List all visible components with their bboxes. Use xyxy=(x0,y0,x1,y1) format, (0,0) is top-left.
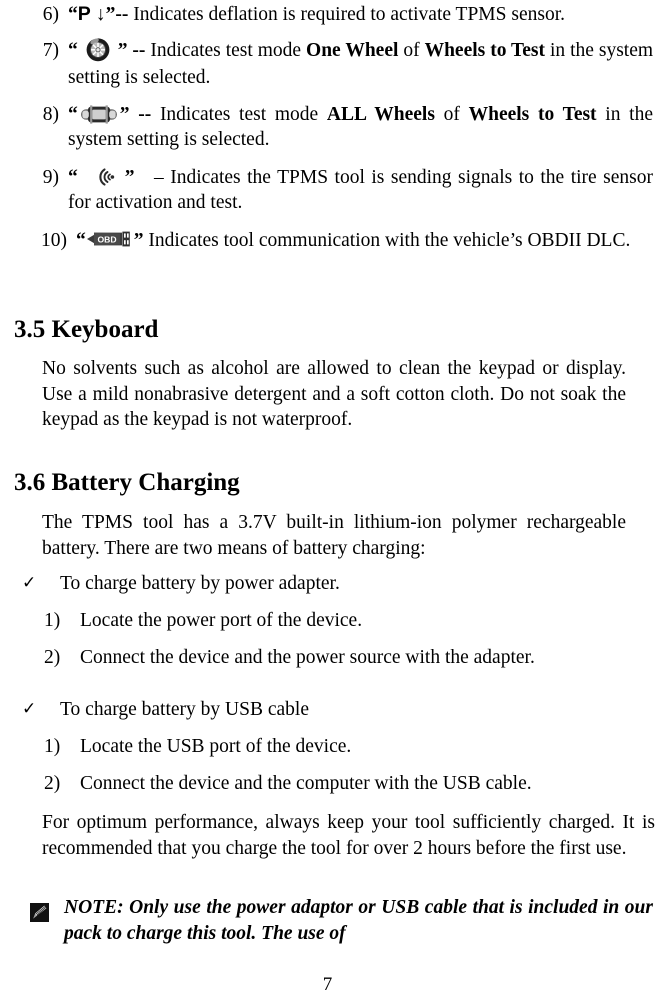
close-quote: ” xyxy=(119,103,130,125)
list-item: ✓ To charge battery by USB cable xyxy=(14,697,655,722)
check-icon: ✓ xyxy=(22,573,37,593)
open-quote: “ xyxy=(68,4,78,25)
step-marker: 2) xyxy=(44,647,61,668)
note-pencil-icon-wrapper xyxy=(14,895,64,925)
note-block: NOTE: Only use the power adaptor or USB … xyxy=(14,895,655,947)
mode-all-wheels: ALL Wheels xyxy=(326,103,435,125)
list-description: – Indicates the TPMS tool is sending sig… xyxy=(68,166,654,213)
document-page: 6) “P ↓”-- Indicates deflation is requir… xyxy=(0,0,655,1004)
list-item: 7) “ ” -- Indicates test mode One Wheel … xyxy=(0,36,655,90)
text-of: of xyxy=(434,103,469,125)
list-item: 1) Locate the power port of the device. xyxy=(14,608,655,633)
symbol-list: 6) “P ↓”-- Indicates deflation is requir… xyxy=(0,0,655,262)
note-pencil-icon xyxy=(30,903,49,923)
open-quote: “ xyxy=(76,229,86,251)
list-marker: 6) xyxy=(42,4,59,25)
open-quote: “ xyxy=(68,166,78,188)
step-marker: 1) xyxy=(44,610,61,631)
paragraph-keyboard: No solvents such as alcohol are allowed … xyxy=(42,358,626,430)
close-quote: ” xyxy=(124,166,135,188)
list-item: 10) “ OBD ” Indicates tool communication… xyxy=(0,228,655,253)
list-marker: 10) xyxy=(41,229,67,251)
wheel-icon xyxy=(85,36,111,62)
method-title: To charge battery by power adapter. xyxy=(60,573,340,594)
close-quote: ” xyxy=(133,229,144,251)
list-body: “ OBD ” Indicates tool communication wit… xyxy=(76,228,655,253)
check-icon: ✓ xyxy=(22,699,37,719)
list-body: “ ” -- Indicates test mode One Wheel of … xyxy=(68,36,655,90)
step-text: Connect the device and the computer with… xyxy=(80,773,532,794)
charge-method-usb: ✓ To charge battery by USB cable 1) Loca… xyxy=(14,697,655,796)
dash: -- xyxy=(132,40,146,61)
list-description: Indicates deflation is required to activ… xyxy=(133,4,565,25)
step-text: Locate the USB port of the device. xyxy=(80,736,352,757)
list-marker: 8) xyxy=(42,103,59,125)
dash: -- xyxy=(115,4,129,25)
svg-text:OBD: OBD xyxy=(97,235,116,245)
list-description: Indicates tool communication with the ve… xyxy=(148,229,631,251)
list-item: ✓ To charge battery by power adapter. xyxy=(14,571,655,596)
symbol-p-down: P ↓ xyxy=(77,3,106,25)
list-marker: 7) xyxy=(42,40,59,61)
list-marker: 9) xyxy=(42,166,59,188)
close-quote: ” xyxy=(117,40,128,61)
list-item: 9) “ ” – Indicates the TPMS tool is send… xyxy=(0,165,655,215)
text-of: of xyxy=(398,40,425,61)
step-text: Connect the device and the power source … xyxy=(80,647,535,668)
text-indicates-test-mode: Indicates test mode xyxy=(159,103,327,125)
list-body: “ ” – Indicates the TPMS tool is sending… xyxy=(68,165,655,215)
car-icon xyxy=(79,104,119,124)
mode-one-wheel: One Wheel xyxy=(306,40,399,61)
section-battery-charging: 3.6 Battery Charging The TPMS tool has a… xyxy=(14,468,655,561)
signal-icon xyxy=(87,166,115,188)
obd-connector-icon: OBD xyxy=(86,230,134,248)
list-body: “P ↓”-- Indicates deflation is required … xyxy=(68,2,655,27)
note-text: NOTE: Only use the power adaptor or USB … xyxy=(64,897,653,944)
paragraph-battery-closing: For optimum performance, always keep you… xyxy=(42,812,655,859)
heading-battery-charging: 3.6 Battery Charging xyxy=(14,469,240,496)
list-item: 2) Connect the device and the power sour… xyxy=(14,645,655,670)
setting-wheels-to-test: Wheels to Test xyxy=(424,40,546,61)
step-marker: 2) xyxy=(44,773,61,794)
charge-method-adapter: ✓ To charge battery by power adapter. 1)… xyxy=(14,571,655,670)
page-number: 7 xyxy=(322,974,333,995)
section-keyboard: 3.5 Keyboard No solvents such as alcohol… xyxy=(14,315,655,433)
list-item: 6) “P ↓”-- Indicates deflation is requir… xyxy=(0,2,655,27)
list-item: 2) Connect the device and the computer w… xyxy=(14,771,655,796)
setting-wheels-to-test: Wheels to Test xyxy=(468,103,597,125)
method-title: To charge battery by USB cable xyxy=(60,699,309,720)
open-quote: “ xyxy=(68,40,78,61)
list-item: 8) “ ” -- Indicates test mode ALL Wheels… xyxy=(0,102,655,152)
heading-keyboard: 3.5 Keyboard xyxy=(14,316,159,343)
list-item: 1) Locate the USB port of the device. xyxy=(14,734,655,759)
close-quote: ” xyxy=(105,4,116,25)
step-text: Locate the power port of the device. xyxy=(80,610,363,631)
open-quote: “ xyxy=(68,103,78,125)
list-body: “ ” -- Indicates test mode ALL Wheels of… xyxy=(68,102,655,152)
paragraph-battery-intro: The TPMS tool has a 3.7V built-in lithiu… xyxy=(42,512,626,559)
step-marker: 1) xyxy=(44,736,61,757)
text-indicates-test-mode: Indicates test mode xyxy=(150,40,307,61)
dash: -- xyxy=(138,103,152,125)
